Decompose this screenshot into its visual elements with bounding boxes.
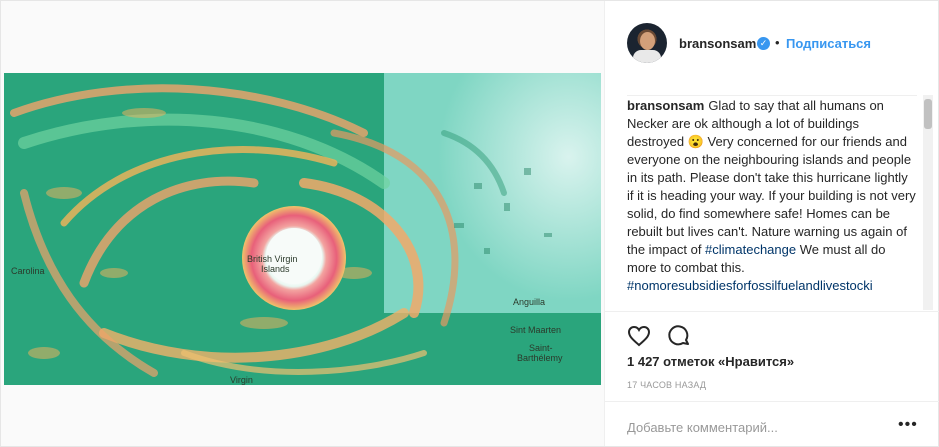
- likes-count[interactable]: 1 427 отметок «Нравится»: [627, 354, 794, 369]
- verified-check-icon: ✓: [757, 37, 770, 50]
- username-link[interactable]: bransonsam: [679, 36, 756, 51]
- instagram-post: British Virgin Islands Anguilla Sint Maa…: [0, 0, 939, 447]
- avatar-shirt: [633, 50, 661, 63]
- hashtag-link-nomoresubsidies[interactable]: #nomoresubsidiesforfossilfuelandlivestoc…: [627, 278, 873, 293]
- caption-scrollbar-thumb[interactable]: [924, 99, 932, 129]
- comment-icon[interactable]: [667, 324, 691, 348]
- action-bar: [605, 311, 939, 352]
- map-label-saint: Saint-: [529, 343, 553, 353]
- post-header: bransonsam ✓ • Подписаться: [605, 1, 939, 81]
- caption-scrollbar[interactable]: [923, 95, 933, 310]
- caption-scroll-area[interactable]: bransonsam Glad to say that all humans on…: [627, 95, 917, 312]
- map-label-barthelemy: Barthélemy: [517, 353, 563, 363]
- more-options-icon[interactable]: •••: [898, 416, 918, 434]
- post-sidebar: bransonsam ✓ • Подписаться bransonsam Gla…: [604, 1, 939, 446]
- map-label-bvi: British Virgin: [247, 254, 298, 264]
- map-label-virgin: Virgin: [230, 375, 253, 385]
- caption-author-link[interactable]: bransonsam: [627, 98, 704, 113]
- separator-dot: •: [775, 35, 780, 50]
- hashtag-link-climatechange[interactable]: #climatechange: [705, 242, 796, 257]
- map-label-sint-maarten: Sint Maarten: [510, 325, 562, 335]
- avatar[interactable]: [627, 23, 667, 63]
- follow-button[interactable]: Подписаться: [786, 36, 871, 51]
- hurricane-radar-image: [4, 73, 601, 385]
- map-label-anguilla: Anguilla: [513, 297, 546, 307]
- avatar-face: [640, 32, 655, 50]
- map-label-carolina: Carolina: [11, 266, 45, 276]
- add-comment-section: Добавьте комментарий... •••: [605, 401, 939, 447]
- caption-text-part1: Glad to say that all humans on Necker ar…: [627, 98, 916, 257]
- map-label-islands: Islands: [261, 264, 290, 274]
- comment-input[interactable]: Добавьте комментарий...: [627, 420, 778, 435]
- post-media[interactable]: British Virgin Islands Anguilla Sint Maa…: [1, 1, 604, 446]
- heart-icon[interactable]: [627, 324, 651, 348]
- post-timestamp[interactable]: 17 ЧАСОВ НАЗАД: [627, 380, 706, 390]
